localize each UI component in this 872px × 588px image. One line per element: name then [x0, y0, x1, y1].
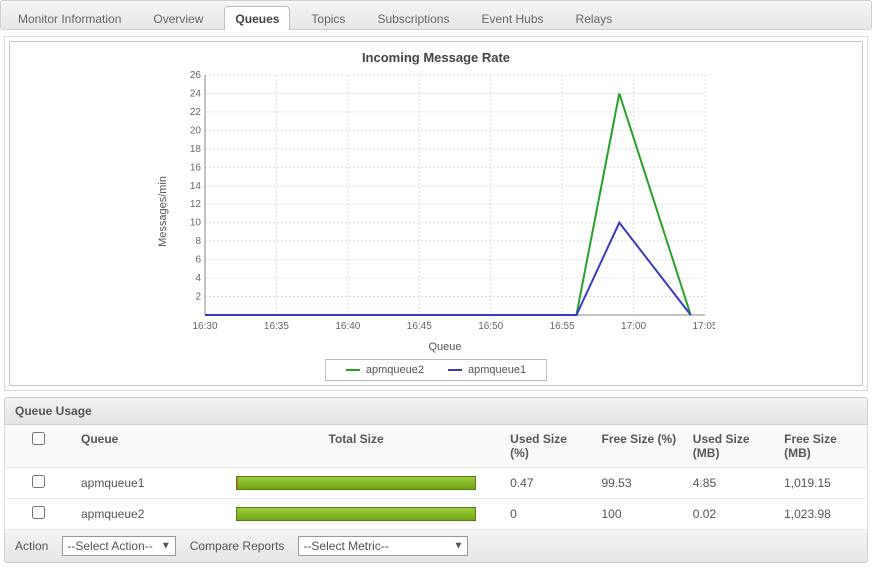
col-queue: Queue [73, 425, 210, 468]
legend-item-apmqueue2[interactable]: apmqueue2 [346, 364, 424, 376]
svg-text:24: 24 [190, 88, 202, 99]
col-free-pct: Free Size (%) [593, 425, 684, 468]
tab-queues[interactable]: Queues [224, 6, 290, 30]
col-free-mb: Free Size (MB) [776, 425, 867, 468]
x-axis-label: Queue [175, 341, 715, 353]
cell-used-pct: 0 [502, 499, 593, 530]
svg-text:14: 14 [190, 181, 202, 192]
svg-text:4: 4 [195, 273, 201, 284]
row-checkbox[interactable] [32, 475, 45, 488]
tab-topics[interactable]: Topics [300, 6, 356, 30]
table-header-row: Queue Total Size Used Size (%) Free Size… [5, 425, 868, 468]
legend-item-apmqueue1[interactable]: apmqueue1 [448, 364, 526, 376]
svg-text:16:50: 16:50 [478, 321, 503, 332]
select-all-checkbox[interactable] [32, 432, 45, 445]
legend-swatch-icon [346, 369, 360, 371]
svg-text:16:55: 16:55 [550, 321, 575, 332]
cell-used-mb: 4.85 [685, 468, 776, 499]
svg-text:16:45: 16:45 [407, 321, 432, 332]
action-label: Action [15, 539, 48, 553]
svg-text:8: 8 [195, 236, 201, 247]
col-total-size: Total Size [210, 425, 502, 468]
svg-text:22: 22 [190, 107, 202, 118]
usage-bar [236, 507, 476, 521]
svg-text:6: 6 [195, 255, 201, 266]
col-used-pct: Used Size (%) [502, 425, 593, 468]
tab-relays[interactable]: Relays [565, 6, 624, 30]
svg-text:17:05: 17:05 [692, 321, 715, 332]
usage-bar-used [237, 477, 238, 489]
table-row: apmqueue1 0.4799.534.851,019.15 [5, 468, 868, 499]
tab-event-hubs[interactable]: Event Hubs [470, 6, 554, 30]
cell-total-size [210, 499, 502, 530]
chart-panel: Incoming Message Rate Messages/min 24681… [4, 36, 868, 391]
legend-label: apmqueue1 [468, 364, 526, 376]
svg-text:12: 12 [190, 199, 202, 210]
svg-text:10: 10 [190, 218, 202, 229]
cell-total-size [210, 468, 502, 499]
compare-select-value: --Select Metric-- [303, 539, 388, 553]
svg-text:2: 2 [195, 292, 201, 303]
tab-overview[interactable]: Overview [142, 6, 214, 30]
svg-text:20: 20 [190, 125, 202, 136]
cell-free-mb: 1,019.15 [776, 468, 867, 499]
svg-text:16:40: 16:40 [335, 321, 360, 332]
cell-used-mb: 0.02 [685, 499, 776, 530]
col-select [5, 425, 73, 468]
usage-bar [236, 476, 476, 490]
tab-monitor-information[interactable]: Monitor Information [7, 6, 132, 30]
legend-label: apmqueue2 [366, 364, 424, 376]
y-axis-label: Messages/min [157, 176, 169, 247]
cell-queue: apmqueue2 [73, 499, 210, 530]
chart-legend: apmqueue2 apmqueue1 [18, 359, 854, 381]
table-row: apmqueue2 01000.021,023.98 [5, 499, 868, 530]
tab-subscriptions[interactable]: Subscriptions [366, 6, 460, 30]
tab-bar: Monitor Information Overview Queues Topics S… [0, 0, 872, 30]
svg-text:17:00: 17:00 [621, 321, 646, 332]
queue-usage-table: Queue Total Size Used Size (%) Free Size… [4, 425, 868, 530]
svg-text:16:30: 16:30 [192, 321, 217, 332]
legend-swatch-icon [448, 369, 462, 371]
action-select[interactable]: --Select Action-- ▼ [62, 536, 175, 556]
compare-label: Compare Reports [190, 539, 285, 553]
compare-select[interactable]: --Select Metric-- ▼ [298, 536, 468, 556]
cell-queue: apmqueue1 [73, 468, 210, 499]
cell-used-pct: 0.47 [502, 468, 593, 499]
chevron-down-icon: ▼ [454, 541, 464, 552]
svg-text:16: 16 [190, 162, 202, 173]
series-apmqueue1 [205, 223, 691, 315]
svg-text:16:35: 16:35 [264, 321, 289, 332]
cell-free-pct: 99.53 [593, 468, 684, 499]
svg-text:26: 26 [190, 70, 202, 81]
chart-title: Incoming Message Rate [18, 50, 854, 65]
row-checkbox[interactable] [32, 506, 45, 519]
action-select-value: --Select Action-- [67, 539, 152, 553]
chevron-down-icon: ▼ [161, 541, 171, 552]
chart-panel-inner: Incoming Message Rate Messages/min 24681… [9, 41, 863, 386]
col-used-mb: Used Size (MB) [685, 425, 776, 468]
footer-actions: Action --Select Action-- ▼ Compare Repor… [4, 530, 868, 563]
cell-free-mb: 1,023.98 [776, 499, 867, 530]
queue-usage-header: Queue Usage [4, 397, 868, 425]
cell-free-pct: 100 [593, 499, 684, 530]
chart-plot: 246810121416182022242616:3016:3516:4016:… [175, 69, 715, 339]
svg-text:18: 18 [190, 144, 202, 155]
